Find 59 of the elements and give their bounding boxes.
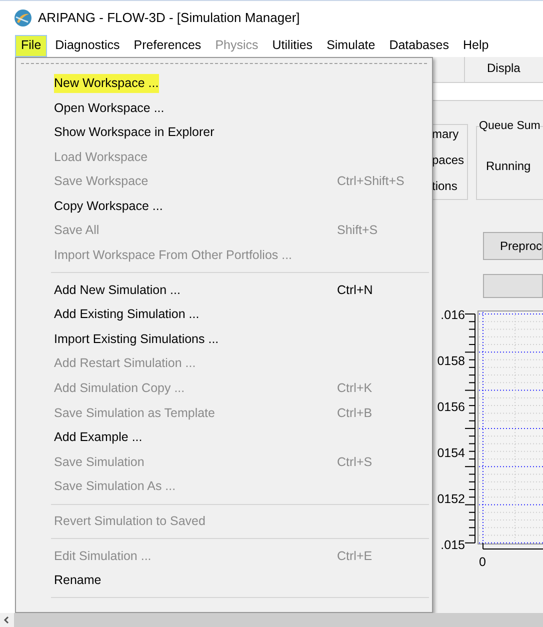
menu-item-label: Add New Simulation ... <box>54 282 180 299</box>
menu-item[interactable]: Help <box>456 34 495 56</box>
menu-item-label: Load Workspace <box>54 148 148 166</box>
shortcut-label: Ctrl+S <box>337 454 372 471</box>
axis-tick-label: 0152 <box>436 491 465 508</box>
menu-item[interactable]: Rename <box>18 568 430 593</box>
menu-item-label: Add Example ... <box>54 429 142 446</box>
menu-item[interactable]: Databases <box>383 34 455 56</box>
menu-item[interactable]: Simulate <box>320 34 382 56</box>
menu-item[interactable]: Import Existing Simulations ... <box>18 326 430 352</box>
axis-tick-label: 0 <box>479 554 486 571</box>
window-title: ARIPANG - FLOW-3D - [Simulation Manager] <box>38 8 300 27</box>
menu-item-label: Import Workspace From Other Portfolios ... <box>54 247 292 264</box>
summary-label: tions <box>432 178 458 195</box>
shortcut-label: Shift+S <box>337 222 378 240</box>
menu-item[interactable]: File <box>15 34 48 56</box>
menu-item[interactable]: Copy Workspace ... <box>18 194 430 219</box>
menu-item-label: Revert Simulation to Saved <box>54 513 206 530</box>
summary-label: mary <box>432 126 460 143</box>
scroll-left-icon[interactable] <box>0 613 14 627</box>
tab[interactable]: Displa <box>487 59 520 77</box>
axis-tick-label: 0158 <box>436 353 465 370</box>
menu-item-label: Add Restart Simulation ... <box>54 355 196 372</box>
axis-tick-label: .016 <box>440 307 465 324</box>
menu-item[interactable]: New Workspace ... <box>18 71 430 96</box>
menu-item-label: Save Workspace <box>54 173 148 190</box>
shortcut-label: Ctrl+B <box>337 404 372 422</box>
menu-item-label: Add Existing Simulation ... <box>54 306 200 324</box>
menu-item[interactable]: Add New Simulation ... Ctrl+N <box>18 278 430 302</box>
menu-item[interactable]: Open Workspace ... <box>18 96 430 120</box>
axis-tick-label: 0154 <box>436 445 465 462</box>
menu-item-label: Save Simulation As ... <box>54 478 176 496</box>
menu-item-label: Add Simulation Copy ... <box>54 380 185 398</box>
menu-item-label: Copy Workspace ... <box>54 198 163 215</box>
summary-label: paces <box>432 152 466 169</box>
preprocess-button[interactable]: Preproc <box>483 232 543 260</box>
menu-item[interactable]: Add Example ... <box>18 425 430 450</box>
queue-label: Running <box>486 158 531 175</box>
menu-item[interactable]: Add Existing Simulation ... <box>18 302 430 327</box>
menu-item-label: New Workspace ... <box>54 74 159 93</box>
menu-item-label: Rename <box>54 572 102 590</box>
menu-item-label: Save Simulation <box>54 454 144 471</box>
shortcut-label: Ctrl+E <box>337 548 372 565</box>
shortcut-label: Ctrl+N <box>337 282 373 299</box>
menu-item[interactable]: Diagnostics <box>49 34 126 56</box>
app-logo-icon <box>14 8 32 26</box>
menu-item[interactable]: Utilities <box>266 34 319 56</box>
menu-item-label: Import Existing Simulations ... <box>54 330 219 348</box>
menu-item[interactable]: Preferences <box>128 34 208 56</box>
menu-item-label: Open Workspace ... <box>54 100 164 117</box>
axis-tick-label: 0156 <box>436 399 465 416</box>
menu-item-label: Show Workspace in Explorer <box>54 124 214 142</box>
shortcut-label: Ctrl+Shift+S <box>337 173 404 190</box>
menu-item-label: Save All <box>54 222 100 240</box>
axis-tick-label: .015 <box>440 537 465 554</box>
shortcut-label: Ctrl+K <box>337 380 372 398</box>
menu-item-label: Save Simulation as Template <box>54 404 215 422</box>
menu-item[interactable]: Show Workspace in Explorer <box>18 120 430 145</box>
menu-item-label: Edit Simulation ... <box>54 548 152 565</box>
